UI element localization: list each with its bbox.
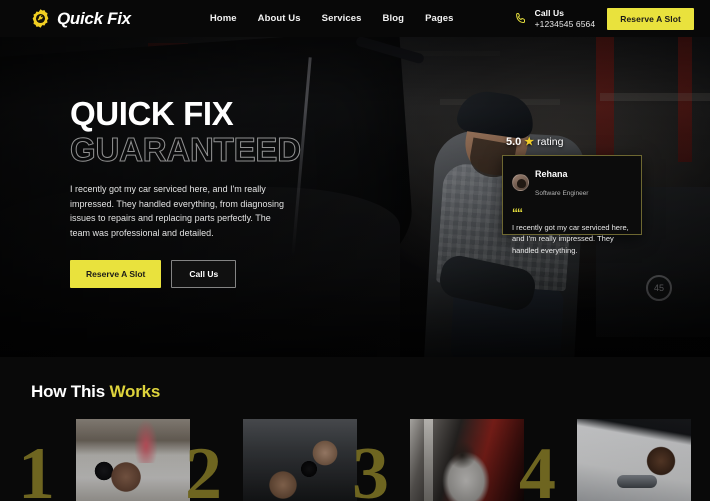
how-this-works-section: How This Works 1 2 3 4	[0, 357, 710, 501]
step-card-3[interactable]: 3	[352, 415, 524, 501]
hero-title-outline: GUARANTEED	[70, 131, 302, 169]
step-card-2[interactable]: 2	[185, 415, 357, 501]
call-us-block[interactable]: Call Us +1234545 6564	[514, 8, 596, 29]
rating-badge: 5.0 ★ rating	[506, 135, 564, 149]
section-title: How This Works	[31, 382, 160, 402]
step-number-3: 3	[352, 433, 389, 501]
rating-label: rating	[537, 135, 564, 148]
testimonial-author-role: Software Engineer	[535, 190, 589, 197]
main-navigation: Home About Us Services Blog Pages	[210, 13, 454, 24]
step-image-3	[410, 419, 524, 501]
nav-item-pages[interactable]: Pages	[425, 13, 454, 24]
phone-icon	[514, 12, 528, 26]
hero-title: QUICK FIX	[70, 95, 234, 132]
hero-buttons: Reserve A Slot Call Us	[70, 259, 370, 288]
step-image-1	[76, 419, 190, 501]
brand-name: Quick Fix	[57, 8, 131, 28]
hero-call-us-button[interactable]: Call Us	[171, 259, 237, 288]
step-number-1: 1	[18, 433, 55, 501]
testimonial-card: Rehana Software Engineer ““ I recently g…	[502, 155, 642, 255]
step-card-1[interactable]: 1	[18, 415, 190, 501]
call-us-number: +1234545 6564	[534, 18, 596, 29]
hero-content: QUICK FIX GUARANTEED I recently got my c…	[70, 95, 370, 288]
page-root: Quick Fix Home About Us Services Blog Pa…	[0, 0, 710, 501]
step-card-4[interactable]: 4	[519, 415, 691, 501]
nav-item-home[interactable]: Home	[210, 13, 237, 24]
section-title-highlight: Works	[109, 382, 161, 401]
hero-reserve-slot-button[interactable]: Reserve A Slot	[70, 259, 162, 288]
steps-card-list: 1 2 3 4	[0, 415, 710, 501]
avatar	[512, 173, 529, 191]
hero-section: 45 QUICK FIX GUARANTEED I recently got m…	[0, 37, 710, 357]
hero-description: I recently got my car serviced here, and…	[70, 184, 284, 238]
rating-score: 5.0	[506, 135, 522, 148]
gear-wrench-icon	[30, 8, 51, 29]
site-header: Quick Fix Home About Us Services Blog Pa…	[0, 0, 710, 37]
brand-logo[interactable]: Quick Fix	[30, 8, 131, 29]
nav-item-blog[interactable]: Blog	[383, 13, 405, 24]
nav-item-services[interactable]: Services	[322, 13, 362, 24]
star-icon: ★	[524, 136, 535, 148]
call-us-label: Call Us	[534, 8, 565, 19]
testimonial-header: Rehana Software Engineer	[512, 164, 632, 200]
step-image-4	[577, 419, 691, 501]
step-number-4: 4	[519, 433, 556, 501]
section-title-white: How This	[31, 382, 105, 401]
step-number-2: 2	[185, 433, 222, 501]
step-image-2	[243, 419, 357, 501]
header-right: Call Us +1234545 6564 Reserve A Slot	[514, 7, 694, 30]
nav-item-about-us[interactable]: About Us	[258, 13, 301, 24]
testimonial-quote: I recently got my car serviced here, and…	[512, 223, 629, 255]
header-reserve-slot-button[interactable]: Reserve A Slot	[607, 7, 694, 30]
quote-icon: ““	[512, 206, 523, 220]
testimonial-author-name: Rehana	[535, 169, 568, 179]
